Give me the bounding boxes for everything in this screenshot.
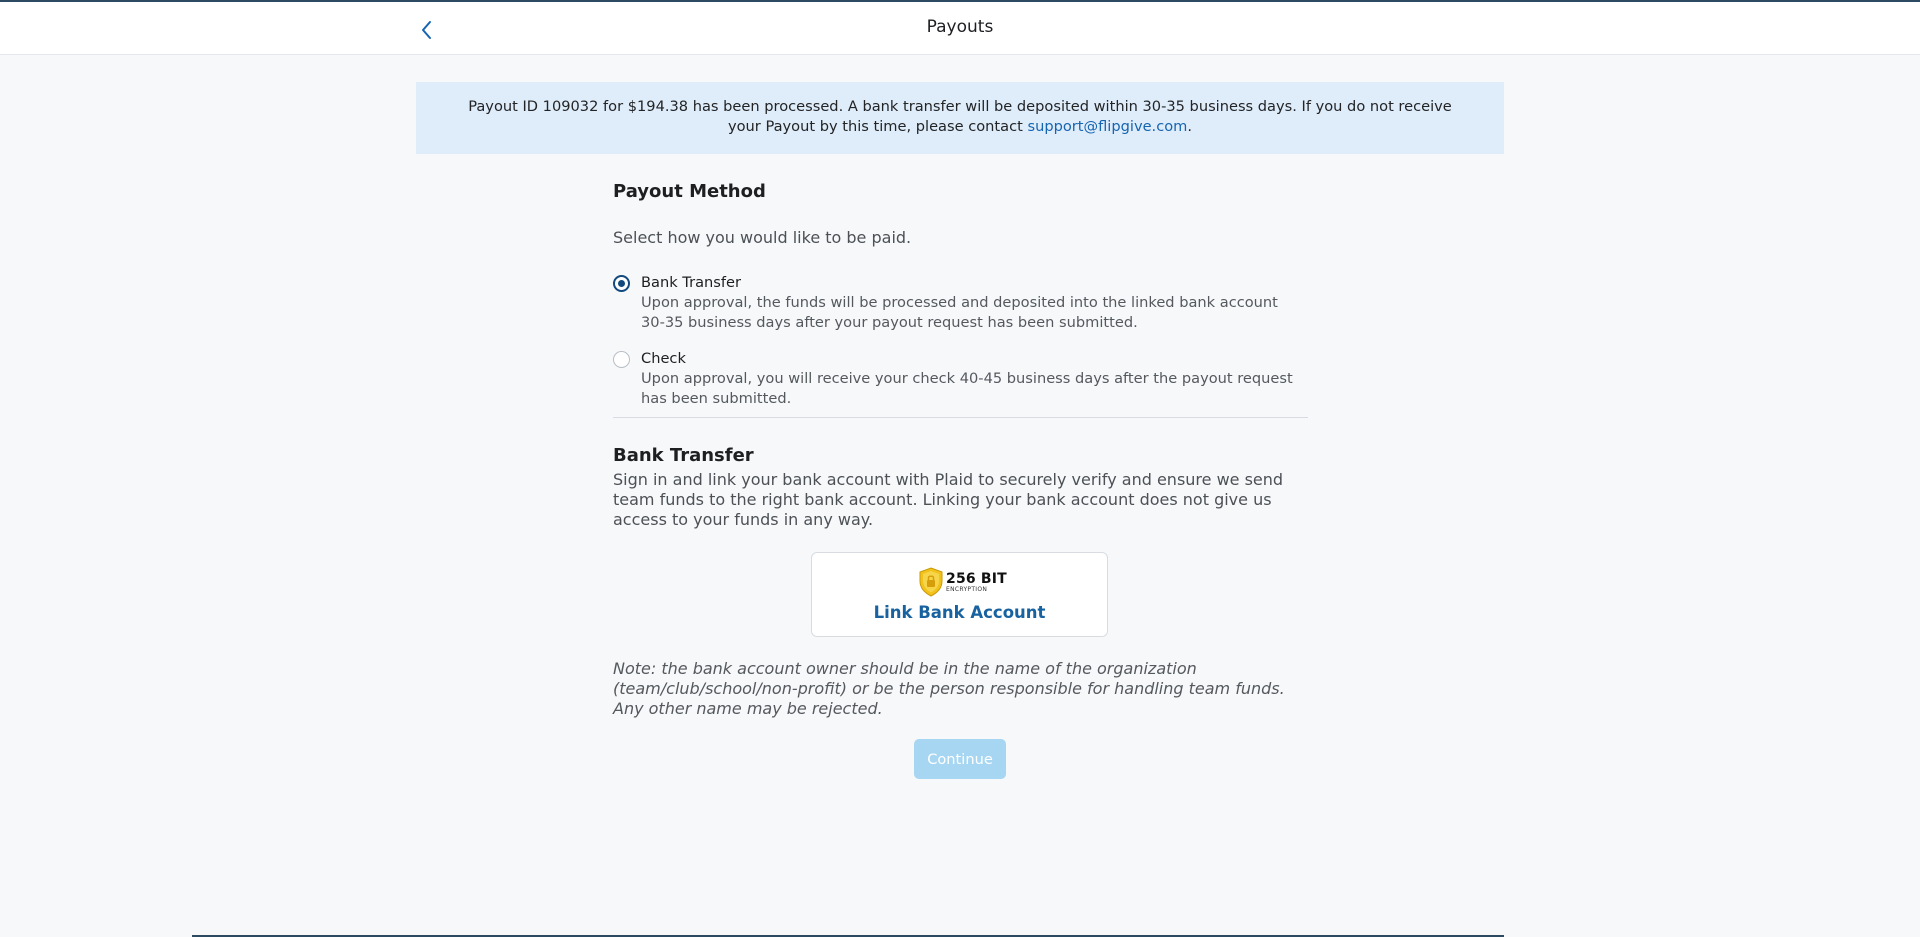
section-divider bbox=[613, 417, 1308, 418]
encryption-badge: 256 BIT ENCRYPTION bbox=[918, 567, 1007, 597]
badge-caption: ENCRYPTION bbox=[946, 585, 988, 593]
option-description: Upon approval, the funds will be process… bbox=[641, 294, 1278, 331]
option-description: Upon approval, you will receive your che… bbox=[641, 370, 1293, 407]
bank-transfer-radio[interactable] bbox=[613, 275, 630, 292]
account-owner-note: Note: the bank account owner should be i… bbox=[613, 659, 1285, 718]
option-label: Bank Transfer bbox=[641, 274, 741, 291]
payout-form: Payout Method Select how you would like … bbox=[613, 180, 1308, 779]
shield-icon bbox=[919, 567, 943, 597]
bank-transfer-heading: Bank Transfer bbox=[613, 445, 754, 466]
badge-bits: 256 BIT bbox=[946, 570, 1007, 587]
bank-transfer-description: Sign in and link your bank account with … bbox=[613, 470, 1284, 529]
check-radio[interactable] bbox=[613, 351, 630, 368]
page-header: Payouts bbox=[0, 2, 1920, 55]
continue-button[interactable]: Continue bbox=[914, 739, 1006, 779]
payout-method-heading: Payout Method bbox=[613, 181, 766, 202]
link-bank-account-button[interactable]: 256 BIT ENCRYPTION Link Bank Account bbox=[811, 552, 1108, 637]
link-bank-account-label: Link Bank Account bbox=[873, 603, 1046, 622]
banner-message: Payout ID 109032 for $194.38 has been pr… bbox=[468, 98, 1452, 135]
banner-suffix: . bbox=[1187, 118, 1193, 135]
payout-processed-banner: Payout ID 109032 for $194.38 has been pr… bbox=[416, 82, 1504, 154]
option-label: Check bbox=[641, 350, 686, 367]
page-title: Payouts bbox=[926, 17, 994, 37]
support-email-link[interactable]: support@flipgive.com bbox=[1027, 118, 1187, 135]
payout-method-instruction: Select how you would like to be paid. bbox=[613, 228, 912, 247]
